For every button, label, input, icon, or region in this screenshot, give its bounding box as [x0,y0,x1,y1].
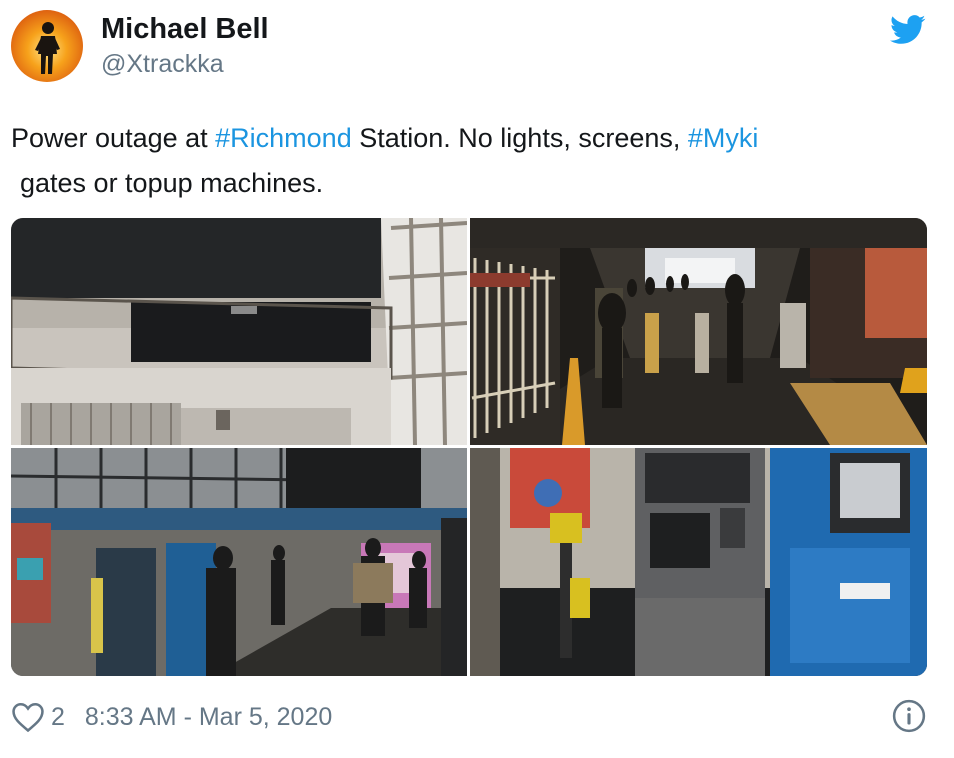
tweet-text-part: Power outage at [11,123,216,153]
photo-myki-machines[interactable] [470,448,927,676]
tweet-footer: 2 8:33 AM - Mar 5, 2020 [11,700,332,734]
info-icon[interactable] [892,699,926,733]
photo-station-canopy[interactable] [11,218,467,445]
photo-dark-concourse[interactable] [470,218,927,445]
author-handle[interactable]: @Xtrackka [101,50,224,79]
avatar[interactable] [11,10,83,82]
tweet-text-part: Station. No lights, screens, [351,123,688,153]
heart-icon[interactable] [11,701,45,733]
media-grid [11,218,927,676]
tweet-text-line: gates or topup machines. [20,168,324,198]
tweet-text: Power outage at #Richmond Station. No li… [11,116,921,206]
hashtag-myki-link[interactable]: #Myki [688,123,759,153]
tweet-timestamp[interactable]: 8:33 AM - Mar 5, 2020 [85,703,332,732]
hashtag-richmond-link[interactable]: #Richmond [215,123,352,153]
avatar-image [11,10,83,82]
author-name[interactable]: Michael Bell [101,13,269,46]
like-count[interactable]: 2 [51,703,65,732]
twitter-bird-icon[interactable] [890,14,926,46]
photo-dark-platform[interactable] [11,448,467,676]
